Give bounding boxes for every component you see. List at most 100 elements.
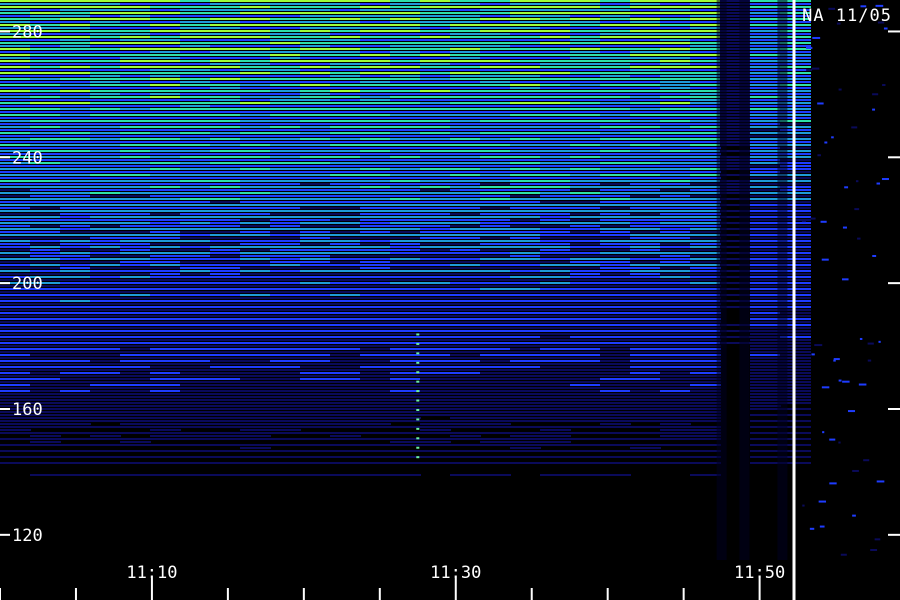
- heat-cell: [150, 204, 181, 206]
- heat-cell: [0, 420, 31, 422]
- heat-cell: [750, 345, 781, 347]
- heat-cell: [510, 15, 541, 17]
- heat-cell: [420, 276, 451, 278]
- heat-cell: [150, 93, 181, 95]
- y-tick-label: 160: [12, 400, 43, 420]
- heat-cell: [570, 351, 601, 353]
- heat-cell: [240, 366, 271, 368]
- heat-cell: [570, 246, 601, 248]
- heat-cell: [360, 78, 391, 80]
- heat-cell: [360, 444, 391, 446]
- heat-cell: [600, 444, 631, 446]
- heat-cell: [420, 354, 451, 356]
- heat-cell: [600, 9, 631, 11]
- heat-cell: [600, 144, 631, 146]
- heat-cell: [480, 297, 511, 299]
- heat-cell: [600, 54, 631, 56]
- heat-cell: [660, 444, 691, 446]
- heat-cell: [300, 375, 331, 377]
- heat-cell: [0, 294, 31, 296]
- heat-cell: [600, 42, 631, 44]
- heat-cell: [360, 351, 391, 353]
- heat-cell: [90, 264, 121, 266]
- heat-cell: [270, 363, 301, 365]
- heat-cell: [330, 309, 361, 311]
- heat-cell: [180, 15, 211, 17]
- heat-cell: [480, 414, 511, 416]
- heat-cell: [750, 222, 781, 224]
- heat-cell: [540, 87, 571, 89]
- heat-cell: [150, 141, 181, 143]
- heat-cell: [240, 177, 271, 179]
- heat-cell: [0, 267, 31, 269]
- heat-cell: [690, 402, 721, 404]
- heat-cell: [120, 417, 151, 419]
- heat-cell: [150, 231, 181, 233]
- side-noise: [876, 480, 885, 483]
- heat-cell: [240, 243, 271, 245]
- heat-cell: [360, 120, 391, 122]
- heat-cell: [570, 39, 601, 41]
- heat-cell: [60, 180, 91, 182]
- heat-cell: [120, 396, 151, 398]
- heat-cell: [750, 456, 781, 458]
- heat-cell: [480, 267, 511, 269]
- heat-cell: [180, 132, 211, 134]
- heat-cell: [600, 192, 631, 194]
- heat-cell: [420, 357, 451, 359]
- heat-cell: [750, 372, 781, 374]
- heat-cell: [30, 210, 61, 212]
- heat-cell: [360, 39, 391, 41]
- heat-cell: [540, 84, 571, 86]
- heat-cell: [570, 336, 601, 338]
- heat-cell: [390, 426, 421, 428]
- heat-cell: [690, 339, 721, 341]
- heat-cell: [210, 45, 241, 47]
- heat-cell: [570, 444, 601, 446]
- heat-cell: [540, 270, 571, 272]
- heat-cell: [660, 57, 691, 59]
- heat-cell: [120, 225, 151, 227]
- heat-cell: [660, 90, 691, 92]
- heat-cell: [450, 318, 481, 320]
- heat-cell: [150, 387, 181, 389]
- heat-cell: [630, 129, 661, 131]
- heat-cell: [210, 417, 241, 419]
- heat-cell: [150, 456, 181, 458]
- heat-cell: [270, 48, 301, 50]
- heat-cell: [210, 219, 241, 221]
- heat-cell: [570, 126, 601, 128]
- heat-cell: [0, 207, 31, 209]
- heat-cell: [630, 66, 661, 68]
- heat-cell: [750, 162, 781, 164]
- heat-cell: [630, 12, 661, 14]
- heat-cell: [510, 21, 541, 23]
- heat-cell: [570, 267, 601, 269]
- heat-cell: [630, 300, 661, 302]
- heat-cell: [660, 210, 691, 212]
- heat-cell: [150, 426, 181, 428]
- heat-cell: [300, 138, 331, 140]
- heat-cell: [300, 72, 331, 74]
- heat-cell: [600, 264, 631, 266]
- heat-cell: [450, 267, 481, 269]
- heat-cell: [60, 333, 91, 335]
- heat-cell: [390, 207, 421, 209]
- heat-cell: [750, 369, 781, 371]
- heat-cell: [690, 63, 721, 65]
- heat-cell: [30, 369, 61, 371]
- heat-cell: [90, 339, 121, 341]
- heat-cell: [600, 138, 631, 140]
- heat-cell: [420, 282, 451, 284]
- heat-cell: [360, 399, 391, 401]
- heat-cell: [0, 123, 31, 125]
- heat-cell: [540, 375, 571, 377]
- heat-cell: [660, 348, 691, 350]
- heat-cell: [120, 48, 151, 50]
- heat-cell: [480, 396, 511, 398]
- heat-cell: [690, 417, 721, 419]
- heat-cell: [240, 246, 271, 248]
- heat-cell: [240, 405, 271, 407]
- heat-cell: [660, 351, 691, 353]
- heat-cell: [300, 0, 331, 2]
